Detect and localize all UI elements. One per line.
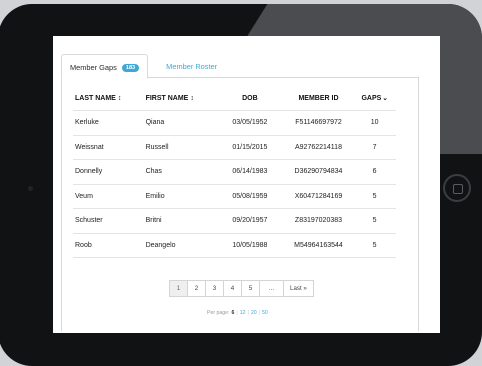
count-badge: 183 [121,63,140,72]
cell-last-name: Veum [75,192,93,200]
tab-member-gaps[interactable]: Member Gaps 183 [61,54,149,79]
cell-gaps: 10 [370,119,379,127]
cell-member-id: A92762214118 [294,143,342,151]
cell-first-name: Chas [145,168,162,176]
page-button-5[interactable]: 5 [241,280,260,297]
last-page-button[interactable]: Last » [283,280,314,297]
cell-dob: 05/08/1959 [232,192,268,200]
table-row[interactable]: Schuster Britni 09/20/1957 Z83197020383 … [73,209,396,234]
cell-member-id: F51146697972 [295,119,342,127]
per-page-option-6[interactable]: 6 [232,310,235,316]
cell-dob: 06/14/1983 [232,168,268,176]
table-row[interactable]: Roob Deangelo 10/05/1988 M54964163544 5 [73,234,396,258]
table-row[interactable]: Weissnat Russell 01/15/2015 A92762214118… [73,136,396,160]
per-page-option-20[interactable]: 20 [251,310,257,316]
separator: | [247,310,249,316]
header-member-id: MEMBER ID [298,94,339,102]
header-gaps[interactable]: GAPS⌄ [353,94,396,102]
cell-member-id: D36290794834 [294,168,343,176]
tab-member-roster[interactable]: Member Roster [148,54,225,77]
header-last-name[interactable]: LAST NAME ↕ [73,95,146,102]
tab-panel: LAST NAME ↕ FIRST NAME ↕ DOB MEMBER ID GAP… [61,77,419,331]
cell-gaps: 7 [372,143,377,151]
table-header: LAST NAME ↕ FIRST NAME ↕ DOB MEMBER ID GAP… [73,86,396,111]
tablet-frame: Member Gaps 183 Member Roster LAST NAME ↕… [0,4,482,366]
tab-bar: Member Gaps 183 Member Roster [61,54,225,79]
cell-member-id: M54964163544 [294,241,343,249]
cell-gaps: 5 [372,217,377,225]
cell-first-name: Britni [145,217,162,225]
table-row[interactable]: Kerluke Qiana 03/05/1952 F51146697972 10 [73,111,396,136]
page-button-2[interactable]: 2 [187,280,206,297]
cell-last-name: Donnelly [75,168,103,176]
cell-dob: 10/05/1988 [232,241,268,249]
per-page-label: Per page: [207,310,230,316]
cell-gaps: 5 [372,241,377,249]
chevron-down-icon[interactable]: ⌄ [382,95,387,102]
header-first-name[interactable]: FIRST NAME ↕ [146,95,217,102]
sort-icon[interactable]: ↕ [118,95,122,102]
cell-last-name: Schuster [75,217,103,225]
sort-icon[interactable]: ↕ [190,95,194,102]
app-screen: Member Gaps 183 Member Roster LAST NAME ↕… [53,36,440,333]
table-row[interactable]: Veum Emilio 05/08/1959 X60471284169 5 [73,185,396,209]
header-dob: DOB [242,94,258,102]
per-page-option-12[interactable]: 12 [240,310,246,316]
tab-label: Member Roster [166,62,218,71]
cell-last-name: Roob [75,241,92,249]
separator: | [236,310,238,316]
pagination: 1 2 3 4 5 ... Last » [169,280,314,297]
camera-icon [28,186,33,191]
per-page-option-50[interactable]: 50 [262,310,268,316]
cell-member-id: X60471284169 [294,192,343,200]
cell-member-id: Z83197020383 [294,217,343,225]
per-page-selector: Per page: 6 | 12 | 20 | 50 [207,310,268,316]
cell-first-name: Emilio [145,192,165,200]
cell-first-name: Deangelo [145,241,176,249]
cell-first-name: Qiana [145,119,165,127]
table-row[interactable]: Donnelly Chas 06/14/1983 D36290794834 6 [73,160,396,185]
cell-first-name: Russell [145,143,169,151]
tab-label: Member Gaps [70,63,117,72]
cell-last-name: Weissnat [75,143,104,151]
cell-last-name: Kerluke [75,119,99,127]
separator: | [258,310,261,316]
cell-dob: 09/20/1957 [232,217,268,225]
page-button-1[interactable]: 1 [169,280,188,297]
cell-dob: 01/15/2015 [232,143,268,151]
members-table: LAST NAME ↕ FIRST NAME ↕ DOB MEMBER ID GAP… [73,86,396,258]
cell-dob: 03/05/1952 [232,119,268,127]
cell-gaps: 6 [372,168,377,176]
page-button-4[interactable]: 4 [223,280,242,297]
home-button-icon[interactable] [443,174,471,202]
page-ellipsis: ... [259,280,284,297]
cell-gaps: 5 [372,192,377,200]
page-button-3[interactable]: 3 [205,280,224,297]
